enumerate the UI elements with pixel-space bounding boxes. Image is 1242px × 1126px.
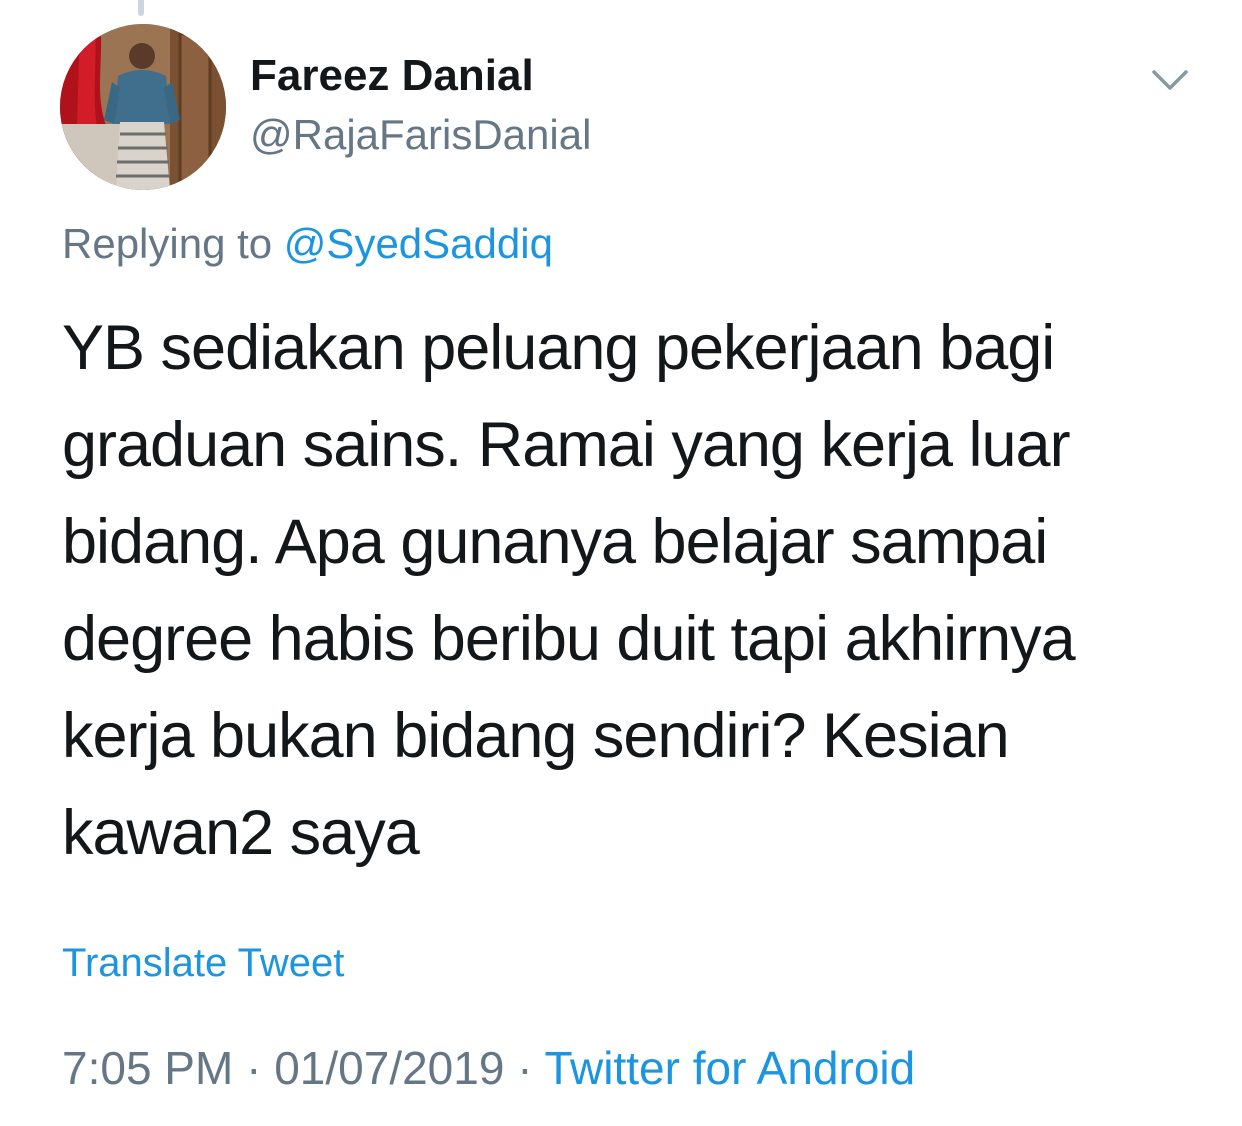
- translate-tweet-link[interactable]: Translate Tweet: [62, 940, 344, 986]
- tweet-time: 7:05 PM: [62, 1042, 234, 1094]
- tweet-metadata: 7:05 PM · 01/07/2019 · Twitter for Andro…: [62, 1042, 915, 1094]
- tweet-text-line: degree habis beribu duit tapi akhirnya: [62, 604, 1076, 674]
- tweet-date: 01/07/2019: [274, 1042, 505, 1094]
- thread-connector-line: [138, 0, 144, 16]
- user-handle[interactable]: @RajaFarisDanial: [250, 112, 591, 158]
- tweet-text-line: bidang. Apa gunanya belajar sampai: [62, 507, 1048, 577]
- replying-to-mention-link[interactable]: @SyedSaddiq: [284, 220, 553, 267]
- chevron-down-icon[interactable]: [1150, 66, 1190, 94]
- tweet-text-line: kawan2 saya: [62, 798, 420, 868]
- meta-separator: ·: [246, 1042, 262, 1094]
- tweet-text-line: graduan sains. Ramai yang kerja luar: [62, 410, 1071, 480]
- meta-separator: ·: [517, 1042, 533, 1094]
- tweet-source-link[interactable]: Twitter for Android: [545, 1042, 916, 1094]
- avatar[interactable]: [60, 24, 226, 190]
- tweet-text-line: YB sediakan peluang pekerjaan bagi: [62, 313, 1055, 383]
- tweet-text-line: kerja bukan bidang sendiri? Kesian: [62, 701, 1010, 771]
- replying-to-line: Replying to @SyedSaddiq: [62, 220, 553, 268]
- display-name[interactable]: Fareez Danial: [250, 52, 534, 100]
- tweet-text: YB sediakan peluang pekerjaan bagi gradu…: [62, 300, 1192, 882]
- replying-to-label: Replying to: [62, 220, 273, 267]
